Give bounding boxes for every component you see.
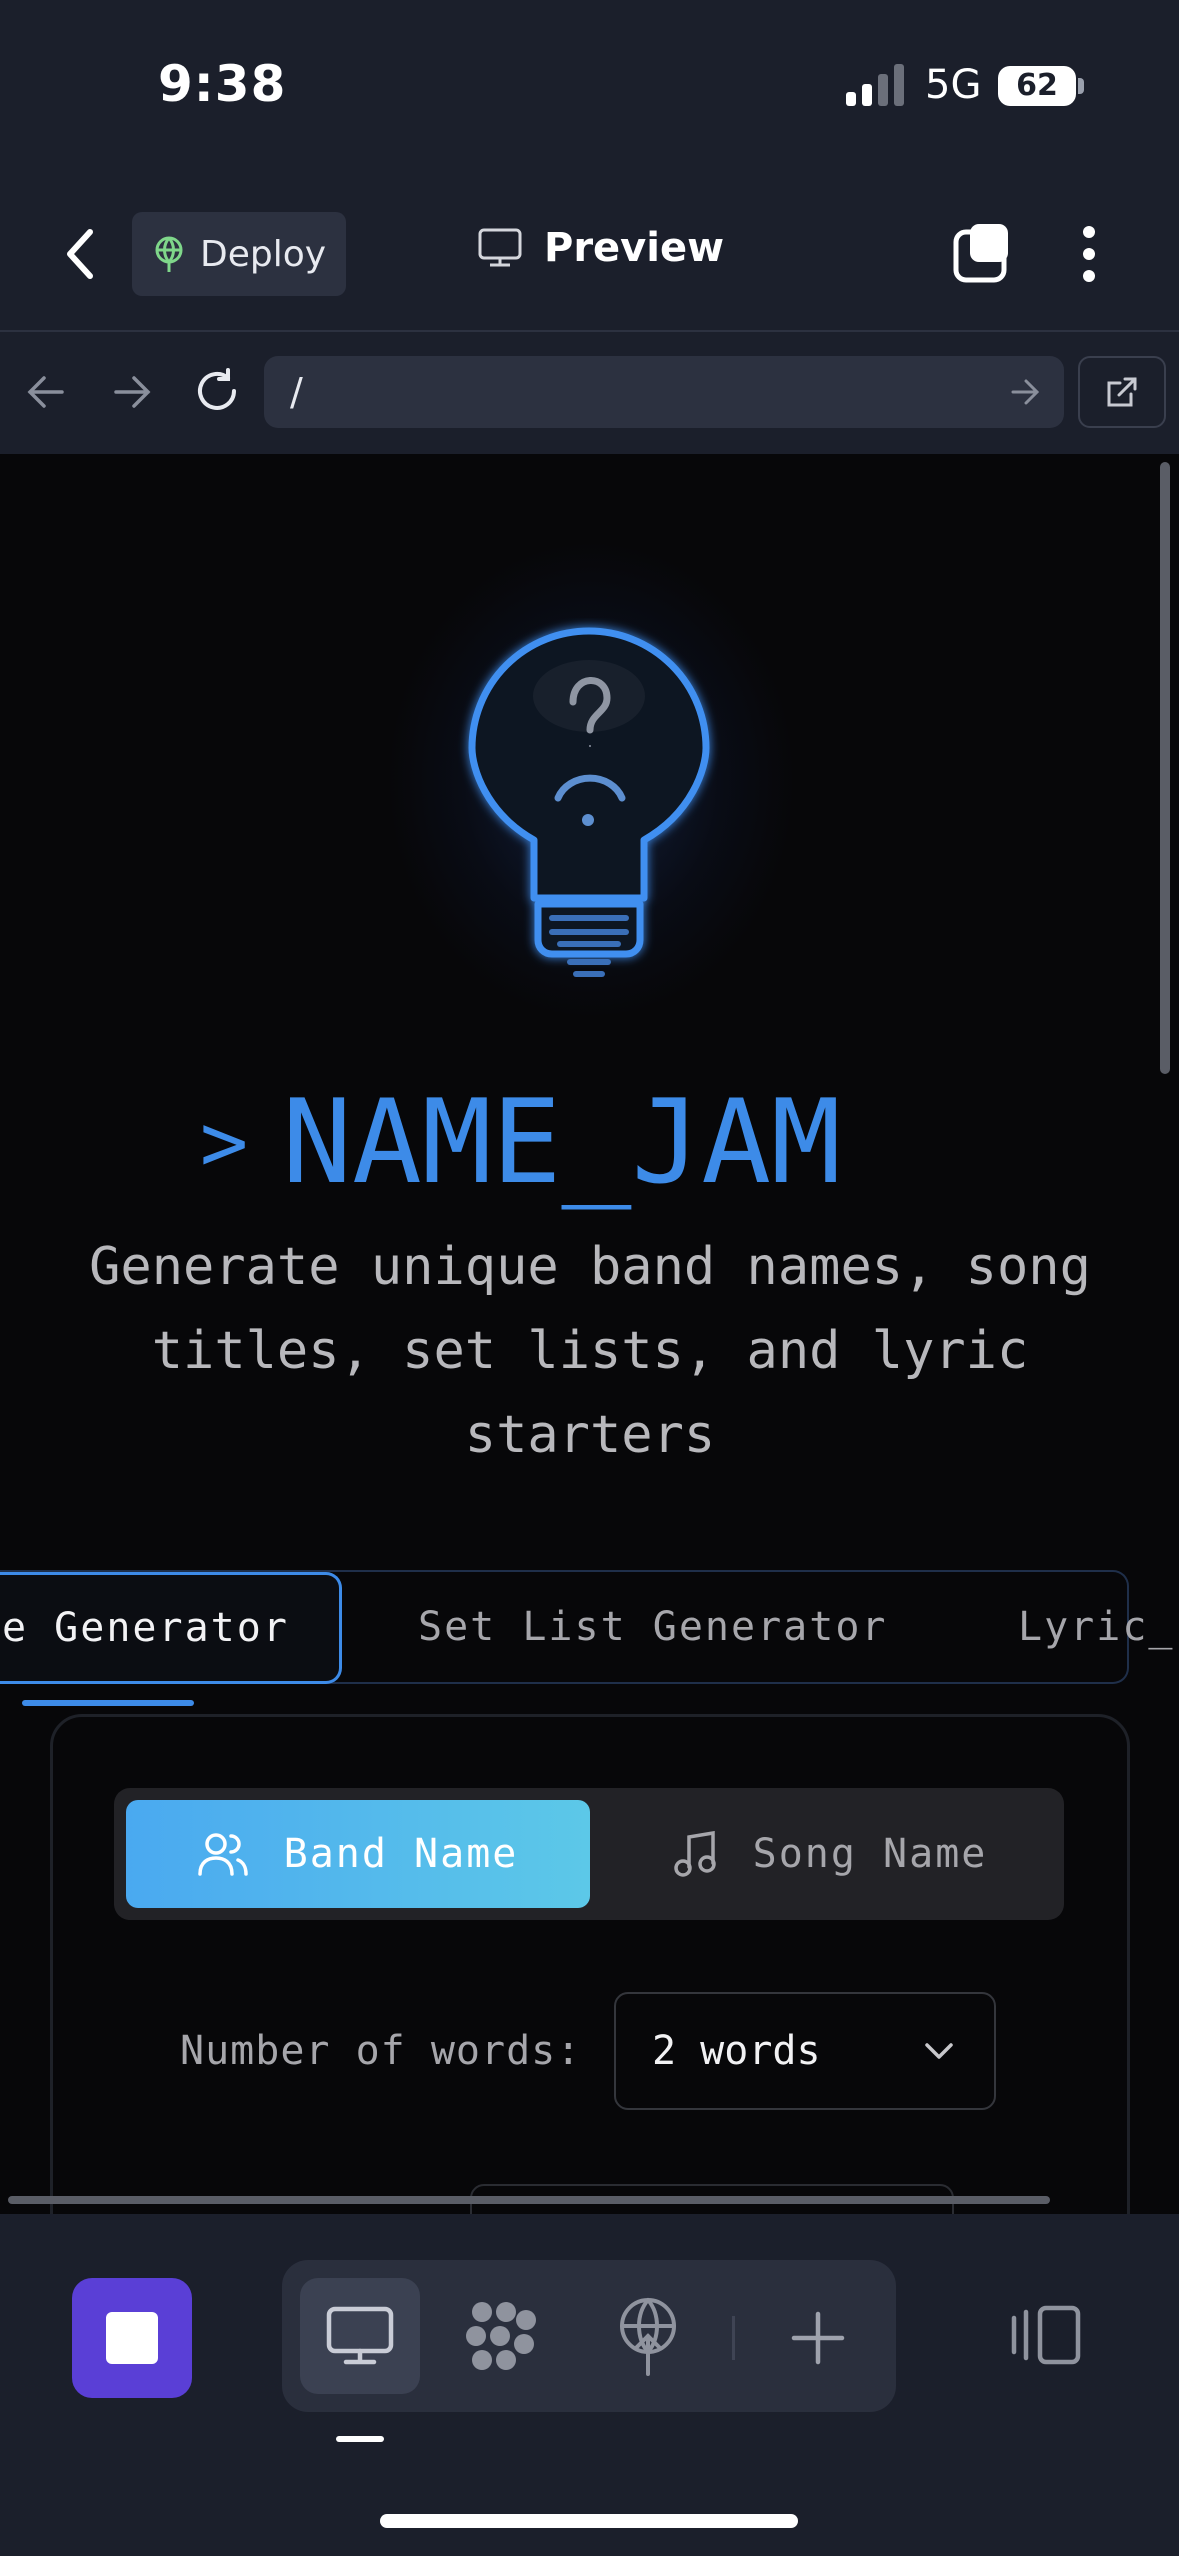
cluster-icon	[466, 2302, 536, 2370]
horizontal-scrollbar[interactable]	[8, 2196, 1050, 2204]
status-time: 9:38	[158, 55, 287, 113]
globe-network-icon	[155, 236, 183, 272]
preview-label: Preview	[544, 225, 725, 271]
words-select[interactable]: 2 words	[614, 1992, 996, 2110]
tab-set-list-generator[interactable]: Set List Generator	[418, 1604, 887, 1650]
nav-back-button[interactable]	[26, 374, 66, 414]
add-tool-button[interactable]	[790, 2310, 846, 2370]
url-text: /	[290, 370, 303, 414]
split-view-icon	[1011, 2305, 1081, 2365]
band-name-label: Band Name	[283, 1831, 519, 1877]
words-label: Number of words:	[180, 2028, 582, 2074]
active-tab-underline	[22, 1700, 194, 1706]
stop-icon	[106, 2312, 158, 2364]
prompt-symbol: >	[200, 1096, 249, 1189]
monitor-icon	[326, 2306, 394, 2370]
arrow-right-icon	[114, 376, 151, 408]
preview-tab[interactable]: Preview	[478, 225, 724, 271]
stop-button[interactable]	[72, 2278, 192, 2398]
music-note-icon	[673, 1831, 716, 1877]
monitor-icon	[478, 228, 522, 267]
deploy-label: Deploy	[199, 233, 327, 275]
app-title-text: NAME_JAM	[282, 1075, 841, 1210]
tool-divider	[732, 2316, 735, 2360]
battery-tip	[1078, 78, 1084, 94]
layout-toggle-button[interactable]	[1010, 2304, 1082, 2370]
song-name-button[interactable]: Song Name	[610, 1800, 1050, 1908]
arrow-left-icon	[27, 376, 64, 408]
workflow-tool-button[interactable]	[462, 2298, 544, 2378]
app-subtitle: Generate unique band names, song titles,…	[89, 1237, 1091, 1465]
reload-button[interactable]	[194, 368, 240, 418]
url-input[interactable]	[264, 356, 1064, 428]
globe-network-icon	[620, 2298, 676, 2376]
tabs-icon	[953, 224, 1008, 283]
signal-icon	[846, 64, 908, 110]
plus-icon	[791, 2311, 845, 2365]
chevron-left-icon	[67, 229, 93, 279]
song-name-label: Song Name	[752, 1831, 988, 1877]
app-title: > NAME_JAM	[200, 1075, 841, 1210]
deploy-button[interactable]: Deploy	[132, 212, 346, 296]
arrow-right-icon	[1011, 379, 1040, 405]
tab-name-generator-label: e Generator	[2, 1605, 289, 1651]
lightbulb-icon	[456, 618, 722, 992]
more-button[interactable]	[1076, 224, 1102, 284]
active-tool-indicator	[336, 2436, 384, 2442]
back-button[interactable]	[62, 226, 112, 282]
reload-icon	[198, 368, 236, 410]
home-indicator[interactable]	[380, 2514, 798, 2528]
tab-lyric-generator[interactable]: Lyric_	[1018, 1604, 1175, 1650]
tab-name-generator[interactable]: e Generator	[0, 1572, 342, 1684]
battery-indicator: 62	[998, 66, 1076, 106]
open-external-button[interactable]	[1078, 356, 1166, 428]
words-select-value: 2 words	[652, 2028, 821, 2074]
users-icon	[197, 1833, 248, 1876]
external-link-icon	[1107, 377, 1137, 407]
network-type: 5G	[925, 62, 982, 108]
chevron-down-icon	[925, 2043, 953, 2059]
vertical-scrollbar[interactable]	[1160, 462, 1170, 1074]
more-vertical-icon	[1083, 226, 1095, 282]
band-name-button[interactable]: Band Name	[126, 1800, 590, 1908]
tabs-button[interactable]	[952, 222, 1012, 284]
url-go-button[interactable]	[1010, 378, 1040, 410]
deploy-tool-button[interactable]	[616, 2296, 680, 2380]
nav-forward-button[interactable]	[112, 374, 152, 414]
